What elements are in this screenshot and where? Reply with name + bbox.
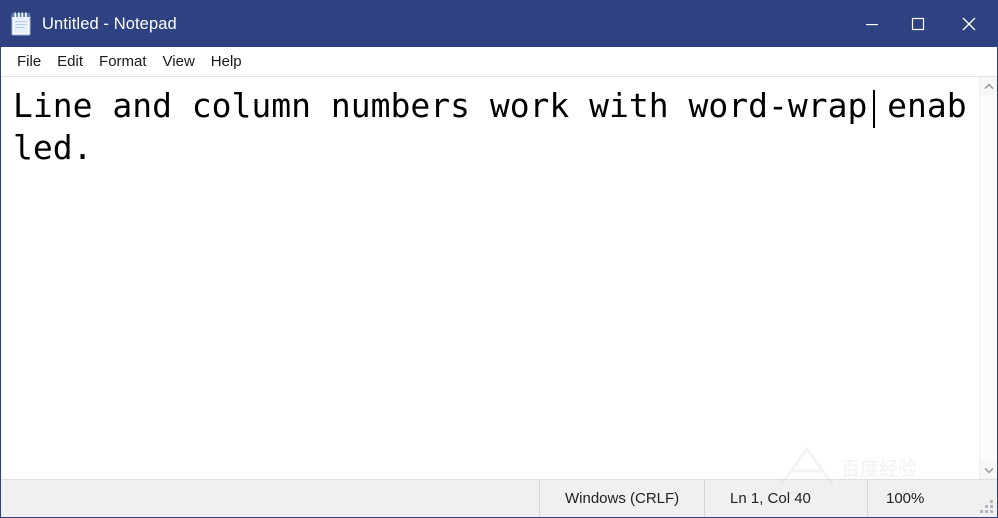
close-icon bbox=[962, 17, 976, 31]
menu-item-format[interactable]: Format bbox=[91, 51, 155, 73]
chevron-down-icon bbox=[983, 467, 994, 473]
minimize-icon bbox=[866, 24, 878, 26]
scrollbar-track[interactable] bbox=[979, 95, 997, 461]
maximize-icon bbox=[911, 17, 925, 31]
status-line-column[interactable]: Ln 1, Col 40 bbox=[704, 480, 867, 517]
close-button[interactable] bbox=[941, 1, 997, 47]
scroll-down-button[interactable] bbox=[980, 461, 998, 479]
minimize-button[interactable] bbox=[849, 1, 895, 47]
menu-item-edit[interactable]: Edit bbox=[49, 51, 91, 73]
menu-item-file[interactable]: File bbox=[9, 51, 49, 73]
vertical-scrollbar[interactable] bbox=[979, 77, 997, 479]
notepad-window: Untitled - Notepad File Edit Format View… bbox=[0, 0, 998, 518]
statusbar-spacer bbox=[1, 480, 539, 517]
text-caret bbox=[873, 90, 875, 128]
window-title: Untitled - Notepad bbox=[42, 14, 177, 33]
titlebar[interactable]: Untitled - Notepad bbox=[1, 1, 997, 47]
chevron-up-icon bbox=[983, 83, 994, 89]
maximize-button[interactable] bbox=[895, 1, 941, 47]
editor-area: Line and column numbers work with word-w… bbox=[1, 76, 997, 479]
text-editor[interactable]: Line and column numbers work with word-w… bbox=[1, 77, 979, 479]
notepad-icon bbox=[10, 12, 32, 36]
status-zoom-level[interactable]: 100% bbox=[867, 480, 997, 517]
menu-item-view[interactable]: View bbox=[155, 51, 203, 73]
status-eol-format[interactable]: Windows (CRLF) bbox=[539, 480, 704, 517]
menu-item-help[interactable]: Help bbox=[203, 51, 250, 73]
menubar: File Edit Format View Help bbox=[1, 47, 997, 76]
statusbar: Windows (CRLF) Ln 1, Col 40 100% bbox=[1, 479, 997, 517]
editor-content[interactable]: Line and column numbers work with word-w… bbox=[13, 85, 979, 169]
resize-grip[interactable] bbox=[980, 500, 993, 513]
scroll-up-button[interactable] bbox=[980, 77, 998, 95]
